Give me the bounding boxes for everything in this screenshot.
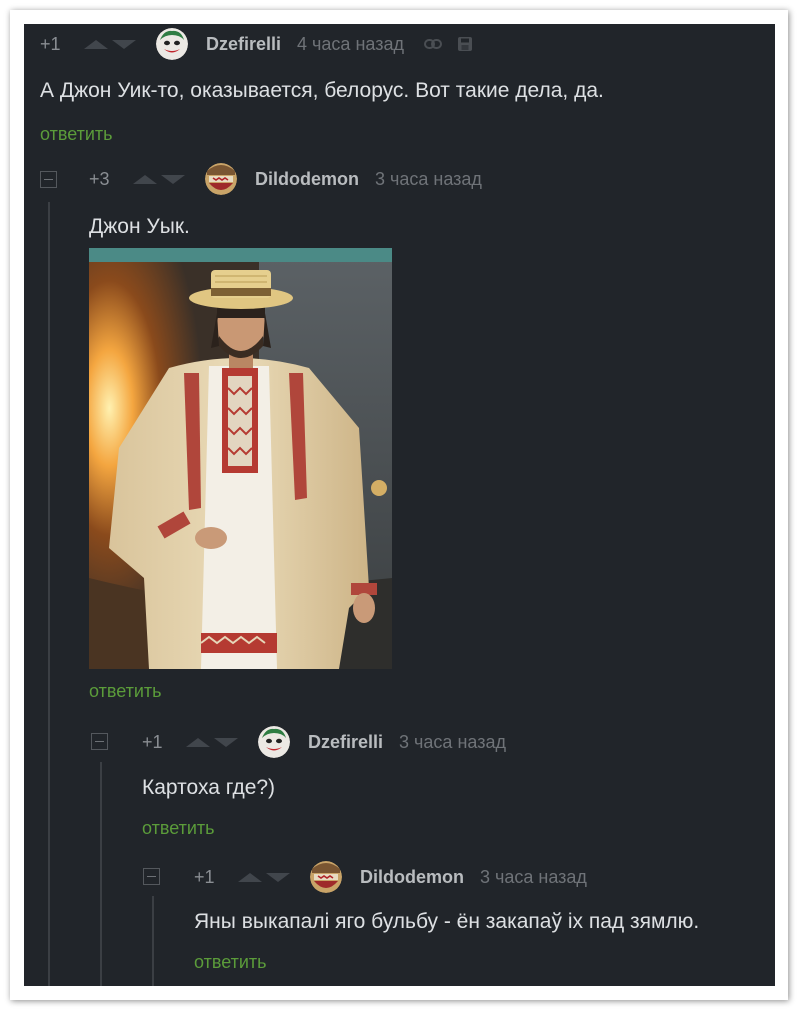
vote-up-icon[interactable] [133,174,157,184]
vote-controls [238,872,290,882]
comment-author[interactable]: Dzefirelli [308,732,383,753]
vote-up-icon[interactable] [84,39,108,49]
rating-score: +1 [194,866,215,887]
comment-text: Яны выкапалі яго бульбу - ён закапаў іх … [194,910,700,933]
comment-header: +3 Dildodemon 3 часа назад [89,163,482,195]
comment-header: +1 Dildodemon 3 часа назад [194,861,587,893]
rating-score: +3 [89,168,110,189]
rating-score: +1 [40,33,61,54]
joker-avatar[interactable] [156,28,188,60]
comment-time[interactable]: 3 часа назад [399,732,506,753]
comment-actions [423,37,472,51]
reply-link[interactable]: ответить [142,818,215,839]
collapse-toggle-icon[interactable] [91,733,108,750]
comment-author[interactable]: Dzefirelli [206,34,281,55]
vote-down-icon[interactable] [214,737,238,747]
link-icon[interactable] [423,38,442,50]
collapse-toggle-icon[interactable] [40,171,57,188]
reply-link[interactable]: ответить [89,681,162,702]
vote-up-icon[interactable] [238,872,262,882]
comments-panel: +1 Dzefirelli 4 часа назад А Джон Уик-то… [24,24,775,986]
vote-controls [133,174,185,184]
comment-author[interactable]: Dildodemon [255,169,359,190]
comment-author[interactable]: Dildodemon [360,867,464,888]
mask-avatar[interactable] [310,861,342,893]
comment-text: Картоха где?) [142,776,276,799]
vote-down-icon[interactable] [161,174,185,184]
joker-avatar[interactable] [258,726,290,758]
vote-controls [84,39,136,49]
comment-time[interactable]: 3 часа назад [375,169,482,190]
vote-up-icon[interactable] [186,737,210,747]
comment-text: Джон Уык. [89,215,190,238]
comment-header: +1 Dzefirelli 4 часа назад [40,28,472,60]
vote-down-icon[interactable] [266,872,290,882]
comment-time[interactable]: 4 часа назад [297,34,404,55]
vote-controls [186,737,238,747]
rating-score: +1 [142,731,163,752]
comment-text: А Джон Уик-то, оказывается, белорус. Вот… [40,79,604,102]
vote-down-icon[interactable] [112,39,136,49]
reply-link[interactable]: ответить [40,124,113,145]
comment-header: +1 Dzefirelli 3 часа назад [142,726,506,758]
comment-image[interactable] [89,248,392,669]
save-icon[interactable] [457,37,472,51]
comment-time[interactable]: 3 часа назад [480,867,587,888]
reply-link[interactable]: ответить [194,952,267,973]
collapse-toggle-icon[interactable] [143,868,160,885]
mask-avatar[interactable] [205,163,237,195]
thread-line[interactable] [100,762,102,986]
thread-line[interactable] [48,202,50,986]
thread-line[interactable] [152,896,154,986]
